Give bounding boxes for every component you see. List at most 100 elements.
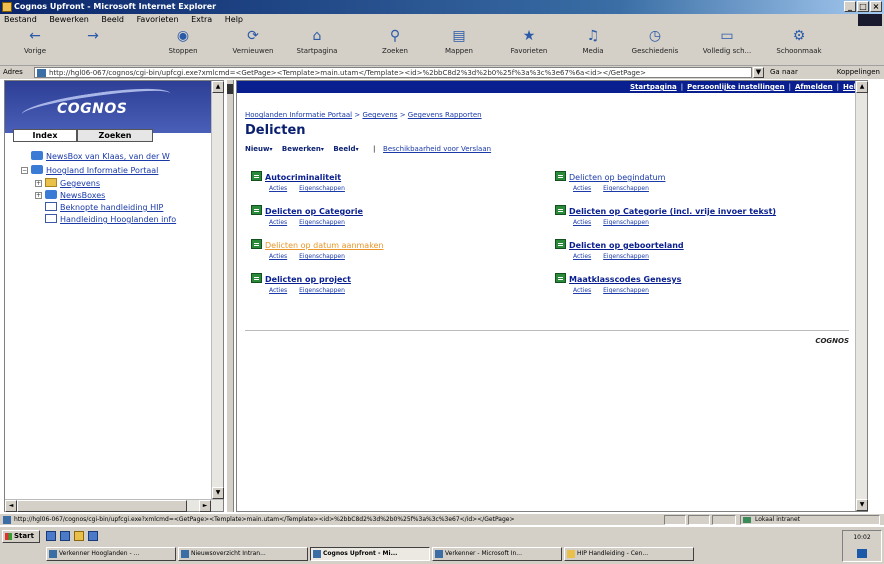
- report-item: Autocriminaliteit Acties Eigenschappen: [251, 171, 345, 192]
- fullscreen-button[interactable]: ▭ Volledig sch...: [698, 28, 756, 55]
- menu-bewerken[interactable]: Bewerken: [49, 15, 89, 24]
- ie-quicklaunch-icon[interactable]: [46, 531, 56, 541]
- tree-item-newsboxes[interactable]: + NewsBoxes: [35, 190, 105, 201]
- scroll-left-icon[interactable]: ◄: [5, 500, 17, 512]
- breadcrumb-rapporten[interactable]: Gegevens Rapporten: [408, 111, 482, 119]
- scroll-down-icon[interactable]: ▼: [212, 487, 224, 499]
- tree-item-handleiding[interactable]: Handleiding Hooglanden info: [45, 214, 176, 225]
- go-button[interactable]: Ga naar: [770, 66, 798, 79]
- nav-startpagina[interactable]: Startpagina: [630, 83, 677, 91]
- history-button[interactable]: ◷ Geschiedenis: [626, 28, 684, 55]
- nieuw-menu[interactable]: Nieuw▾: [245, 145, 279, 153]
- start-button[interactable]: Start: [2, 530, 40, 543]
- properties-link[interactable]: Eigenschappen: [603, 185, 649, 192]
- properties-link[interactable]: Eigenschappen: [603, 219, 649, 226]
- collapse-frame-icon[interactable]: [227, 84, 233, 94]
- stop-button[interactable]: ◉ Stoppen: [154, 28, 212, 55]
- tab-zoeken[interactable]: Zoeken: [77, 129, 153, 142]
- task-button[interactable]: Verkenner Hooglanden - ...: [46, 547, 176, 561]
- task-button-active[interactable]: Cognos Upfront - Mi...: [310, 547, 430, 561]
- actions-link[interactable]: Acties: [573, 287, 591, 294]
- menu-help[interactable]: Help: [225, 15, 243, 24]
- properties-link[interactable]: Eigenschappen: [299, 185, 345, 192]
- left-horizontal-scrollbar[interactable]: ◄ ►: [5, 499, 223, 512]
- report-link[interactable]: Delicten op Categorie (incl. vrije invoe…: [569, 207, 776, 216]
- menu-favorieten[interactable]: Favorieten: [137, 15, 179, 24]
- report-link[interactable]: Autocriminaliteit: [265, 173, 341, 182]
- search-button[interactable]: ⚲ Zoeken: [366, 28, 424, 55]
- maximize-button[interactable]: □: [857, 1, 869, 12]
- favorites-button[interactable]: ★ Favorieten: [500, 28, 558, 55]
- collapse-icon[interactable]: −: [21, 167, 28, 174]
- media-button[interactable]: ♫ Media: [564, 28, 622, 55]
- actions-link[interactable]: Acties: [269, 253, 287, 260]
- home-button[interactable]: ⌂ Startpagina: [288, 28, 346, 55]
- report-link[interactable]: Delicten op begindatum: [569, 173, 665, 182]
- properties-link[interactable]: Eigenschappen: [603, 287, 649, 294]
- address-label: Adres: [3, 68, 23, 76]
- links-button[interactable]: Koppelingen: [837, 66, 880, 79]
- scroll-down-icon[interactable]: ▼: [856, 499, 868, 511]
- properties-link[interactable]: Eigenschappen: [299, 287, 345, 294]
- left-vertical-scrollbar[interactable]: ▲ ▼: [211, 81, 224, 499]
- back-button[interactable]: ← Vorige: [6, 28, 64, 55]
- tree-item-beknopte-handleiding[interactable]: Beknopte handleiding HIP: [45, 202, 163, 213]
- task-button[interactable]: Nieuwsoverzicht Intran...: [178, 547, 308, 561]
- properties-link[interactable]: Eigenschappen: [299, 219, 345, 226]
- report-link[interactable]: Delicten op project: [265, 275, 351, 284]
- beeld-menu[interactable]: Beeld▾: [333, 145, 365, 153]
- report-icon: [555, 171, 566, 181]
- report-link[interactable]: Delicten op datum aanmaken: [265, 241, 384, 250]
- scroll-thumb[interactable]: [17, 500, 187, 512]
- document-icon: [45, 214, 57, 223]
- explorer-quicklaunch-icon[interactable]: [74, 531, 84, 541]
- report-icon: [555, 239, 566, 249]
- address-dropdown-button[interactable]: ▼: [753, 67, 764, 78]
- actions-link[interactable]: Acties: [573, 185, 591, 192]
- task-button[interactable]: Verkenner - Microsoft In...: [432, 547, 562, 561]
- scroll-up-icon[interactable]: ▲: [856, 81, 868, 93]
- breadcrumb-portaal[interactable]: Hooglanden Informatie Portaal: [245, 111, 352, 119]
- report-link[interactable]: Delicten op Categorie: [265, 207, 363, 216]
- network-icon[interactable]: [857, 549, 867, 558]
- folders-button[interactable]: ▤ Mappen: [430, 28, 488, 55]
- actions-link[interactable]: Acties: [573, 253, 591, 260]
- globe-icon: [45, 190, 57, 199]
- outlook-quicklaunch-icon[interactable]: [60, 531, 70, 541]
- bewerken-menu[interactable]: Bewerken▾: [282, 145, 331, 153]
- frame-divider[interactable]: [226, 80, 234, 512]
- tab-index[interactable]: Index: [13, 129, 77, 142]
- tree-item-gegevens[interactable]: + Gegevens: [35, 178, 100, 189]
- report-link[interactable]: Maatklasscodes Genesys: [569, 275, 681, 284]
- expand-icon[interactable]: +: [35, 180, 42, 187]
- tree-item-newsbox[interactable]: NewsBox van Klaas, van der W: [31, 151, 170, 162]
- actions-link[interactable]: Acties: [269, 287, 287, 294]
- nav-afmelden[interactable]: Afmelden: [795, 83, 833, 91]
- tree-item-portaal[interactable]: − Hoogland Informatie Portaal: [21, 165, 158, 176]
- desktop-quicklaunch-icon[interactable]: [88, 531, 98, 541]
- address-input[interactable]: http://hgl06-067/cognos/cgi-bin/upfcgi.e…: [34, 67, 752, 78]
- scroll-up-icon[interactable]: ▲: [212, 81, 224, 93]
- main-vertical-scrollbar[interactable]: ▲ ▼: [855, 81, 868, 511]
- expand-icon[interactable]: +: [35, 192, 42, 199]
- menu-extra[interactable]: Extra: [191, 15, 212, 24]
- menu-beeld[interactable]: Beeld: [101, 15, 124, 24]
- actions-link[interactable]: Acties: [269, 185, 287, 192]
- menu-bestand[interactable]: Bestand: [4, 15, 37, 24]
- beschikbaarheid-link[interactable]: Beschikbaarheid voor Verslaan: [383, 145, 491, 153]
- report-link[interactable]: Delicten op geboorteland: [569, 241, 684, 250]
- properties-link[interactable]: Eigenschappen: [299, 253, 345, 260]
- nav-persoonlijke-instellingen[interactable]: Persoonlijke instellingen: [687, 83, 785, 91]
- tools-button[interactable]: ⚙ Schoonmaak: [770, 28, 828, 55]
- properties-link[interactable]: Eigenschappen: [603, 253, 649, 260]
- clock[interactable]: 10:02: [843, 534, 881, 541]
- actions-link[interactable]: Acties: [573, 219, 591, 226]
- close-button[interactable]: ×: [870, 1, 882, 12]
- actions-link[interactable]: Acties: [269, 219, 287, 226]
- scroll-right-icon[interactable]: ►: [199, 500, 211, 512]
- forward-button[interactable]: →: [64, 28, 122, 47]
- breadcrumb-gegevens[interactable]: Gegevens: [362, 111, 397, 119]
- minimize-button[interactable]: _: [844, 1, 856, 12]
- task-button[interactable]: HIP Handleiding - Cen...: [564, 547, 694, 561]
- refresh-button[interactable]: ⟳ Vernieuwen: [224, 28, 282, 55]
